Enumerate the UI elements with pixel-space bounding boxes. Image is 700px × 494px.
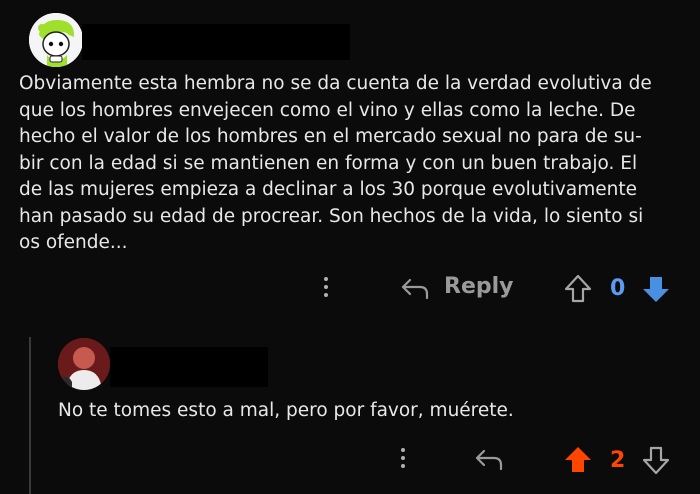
- arrow-down-icon: [642, 446, 670, 475]
- comment-line: os ofende...: [19, 232, 128, 253]
- reply-body: No te tomes esto a mal, pero por favor, …: [58, 400, 514, 421]
- downvote-button[interactable]: [640, 444, 672, 476]
- more-vertical-dot: [401, 464, 405, 468]
- more-vertical-dot: [324, 285, 328, 289]
- replier-avatar[interactable]: [58, 338, 110, 390]
- more-vertical-dot: [401, 456, 405, 460]
- arrow-up-icon: [565, 447, 591, 472]
- more-options-button[interactable]: [401, 448, 409, 476]
- commenter-avatar[interactable]: [29, 13, 83, 67]
- reply-arrow-icon: [401, 278, 429, 300]
- comment-line: hecho el valor de los hombres en el merc…: [19, 126, 642, 147]
- comment-line: han pasado su edad de procrear. Son hech…: [19, 205, 644, 227]
- comment-line: Obviamente esta hembra no se da cuenta d…: [19, 73, 652, 94]
- upvote-button[interactable]: [562, 273, 594, 305]
- username-redacted: [110, 347, 268, 387]
- thread-line: [29, 337, 31, 494]
- vote-score: 2: [610, 448, 626, 473]
- reply-arrow-icon: [475, 449, 503, 471]
- arrow-down-icon: [643, 277, 669, 302]
- reply-button[interactable]: [474, 445, 508, 475]
- comment-line: de las mujeres empieza a declinar a los …: [19, 179, 637, 200]
- reply-button[interactable]: Reply: [398, 272, 514, 306]
- arrow-up-icon: [564, 274, 592, 303]
- more-vertical-icon: [401, 448, 405, 452]
- downvote-button[interactable]: [640, 273, 672, 305]
- more-vertical-icon: [324, 277, 328, 281]
- more-vertical-dot: [324, 293, 328, 297]
- upvote-button[interactable]: [562, 444, 594, 476]
- reply-label: Reply: [444, 274, 514, 299]
- comment-body: Obviamente esta hembra no se da cuenta d…: [19, 71, 691, 257]
- vote-score: 0: [610, 276, 626, 301]
- comment-line: bir con la edad si se mantienen en forma…: [19, 152, 638, 174]
- comment-line: que los hombres envejecen como el vino y…: [19, 99, 636, 121]
- more-options-button[interactable]: [324, 277, 332, 305]
- username-redacted: [82, 24, 350, 60]
